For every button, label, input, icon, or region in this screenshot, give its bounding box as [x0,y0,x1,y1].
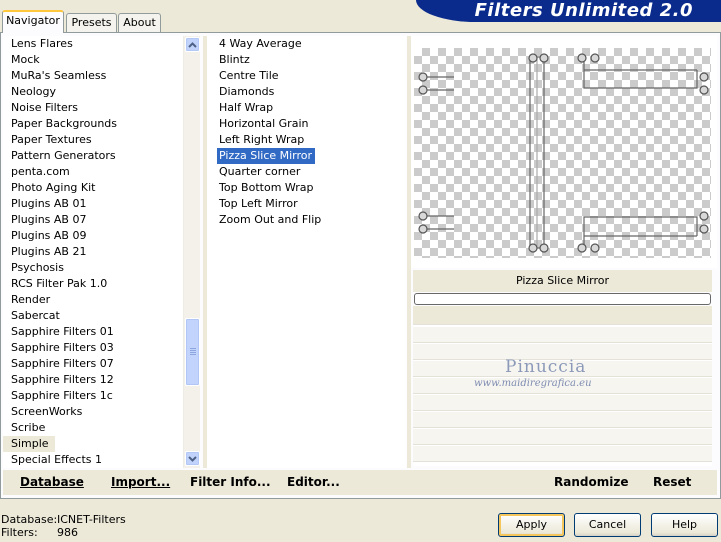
filter-list-item[interactable]: Top Bottom Wrap [207,180,406,196]
randomize-button[interactable]: Randomize [554,475,628,489]
category-list-item[interactable]: Plugins AB 01 [3,196,200,212]
category-list-item[interactable]: Sapphire Filters 12 [3,372,200,388]
category-list-item[interactable]: Sabercat [3,308,200,324]
filter-info-button[interactable]: Filter Info... [190,475,271,489]
chevron-up-icon [188,41,197,48]
category-list-item[interactable]: Simple [3,436,55,452]
app-title-banner: Filters Unlimited 2.0 [416,0,721,22]
help-button[interactable]: Help [651,513,718,537]
parameter-row [413,446,712,462]
import-button[interactable]: Import... [111,475,170,489]
category-list-item[interactable]: Plugins AB 07 [3,212,200,228]
category-list-item[interactable]: ScreenWorks [3,404,200,420]
scroll-up-button[interactable] [185,37,200,52]
filter-list-item[interactable]: Zoom Out and Flip [207,212,406,228]
parameter-row [413,327,712,343]
category-list-item[interactable]: MuRa's Seamless [3,68,200,84]
category-list-item[interactable]: Neology [3,84,200,100]
category-list-item[interactable]: Lens Flares [3,36,200,52]
chevron-down-icon [188,455,197,462]
filter-list-item[interactable]: Centre Tile [207,68,406,84]
tab-navigator[interactable]: Navigator [2,10,64,33]
parameter-row [413,412,712,428]
category-list-item[interactable]: Noise Filters [3,100,200,116]
pizza-slice-preview-graphic [418,53,709,253]
category-list-item[interactable]: Render [3,292,200,308]
category-list-item[interactable]: Pattern Generators [3,148,200,164]
filter-list-item[interactable]: Pizza Slice Mirror [217,148,316,164]
filter-list[interactable]: 4 Way Average Blintz Centre Tile Diamonds Ha… [207,36,406,468]
filter-list-item[interactable]: Blintz [207,52,406,68]
filter-list-item[interactable]: Left Right Wrap [207,132,406,148]
scroll-thumb[interactable] [185,318,200,386]
parameter-row [413,395,712,411]
filter-list-item[interactable]: Horizontal Grain [207,116,406,132]
category-list-item[interactable]: Psychosis [3,260,200,276]
filter-list-item[interactable]: Diamonds [207,84,406,100]
database-button[interactable]: Database [20,475,84,489]
category-list-item[interactable]: Sapphire Filters 1c [3,388,200,404]
parameter-row [413,429,712,445]
progress-bar [414,293,711,305]
watermark-url: www.maidiregrafica.eu [474,378,592,389]
parameter-row [413,306,712,325]
database-label: Database: [1,513,58,526]
category-scrollbar[interactable] [183,36,200,468]
apply-button[interactable]: Apply [498,513,565,537]
category-list-item[interactable]: Scribe [3,420,200,436]
filter-list-item[interactable]: Top Left Mirror [207,196,406,212]
watermark-name: Pinuccia [505,357,587,377]
category-list-item[interactable]: Sapphire Filters 01 [3,324,200,340]
filter-list-item[interactable]: Half Wrap [207,100,406,116]
category-list-item[interactable]: Paper Textures [3,132,200,148]
category-list[interactable]: Lens Flares Mock MuRa's Seamless Neology Noi… [3,36,200,468]
category-list-item[interactable]: Special Effects 1 [3,452,200,468]
scroll-down-button[interactable] [185,451,200,466]
filters-count: 986 [57,526,78,539]
category-list-item[interactable]: Mock [3,52,200,68]
category-list-item[interactable]: Paper Backgrounds [3,116,200,132]
editor-button[interactable]: Editor... [287,475,340,489]
category-list-item[interactable]: Plugins AB 09 [3,228,200,244]
category-list-item[interactable]: penta.com [3,164,200,180]
database-value: ICNET-Filters [57,513,126,526]
preview-image [414,48,711,258]
category-list-item[interactable]: Plugins AB 21 [3,244,200,260]
filter-list-item[interactable]: Quarter corner [207,164,406,180]
database-info: Database:ICNET-Filters [1,513,126,526]
filters-label: Filters: [1,526,38,539]
selected-filter-name: Pizza Slice Mirror [413,270,712,292]
category-list-item[interactable]: Sapphire Filters 07 [3,356,200,372]
filter-list-item[interactable]: 4 Way Average [207,36,406,52]
reset-button[interactable]: Reset [653,475,691,489]
category-list-item[interactable]: Sapphire Filters 03 [3,340,200,356]
tab-about[interactable]: About [118,13,161,32]
tab-presets[interactable]: Presets [66,13,117,32]
category-list-item[interactable]: Photo Aging Kit [3,180,200,196]
cancel-button[interactable]: Cancel [574,513,641,537]
filters-info: Filters: 986 [1,526,78,539]
category-list-item[interactable]: RCS Filter Pak 1.0 [3,276,200,292]
